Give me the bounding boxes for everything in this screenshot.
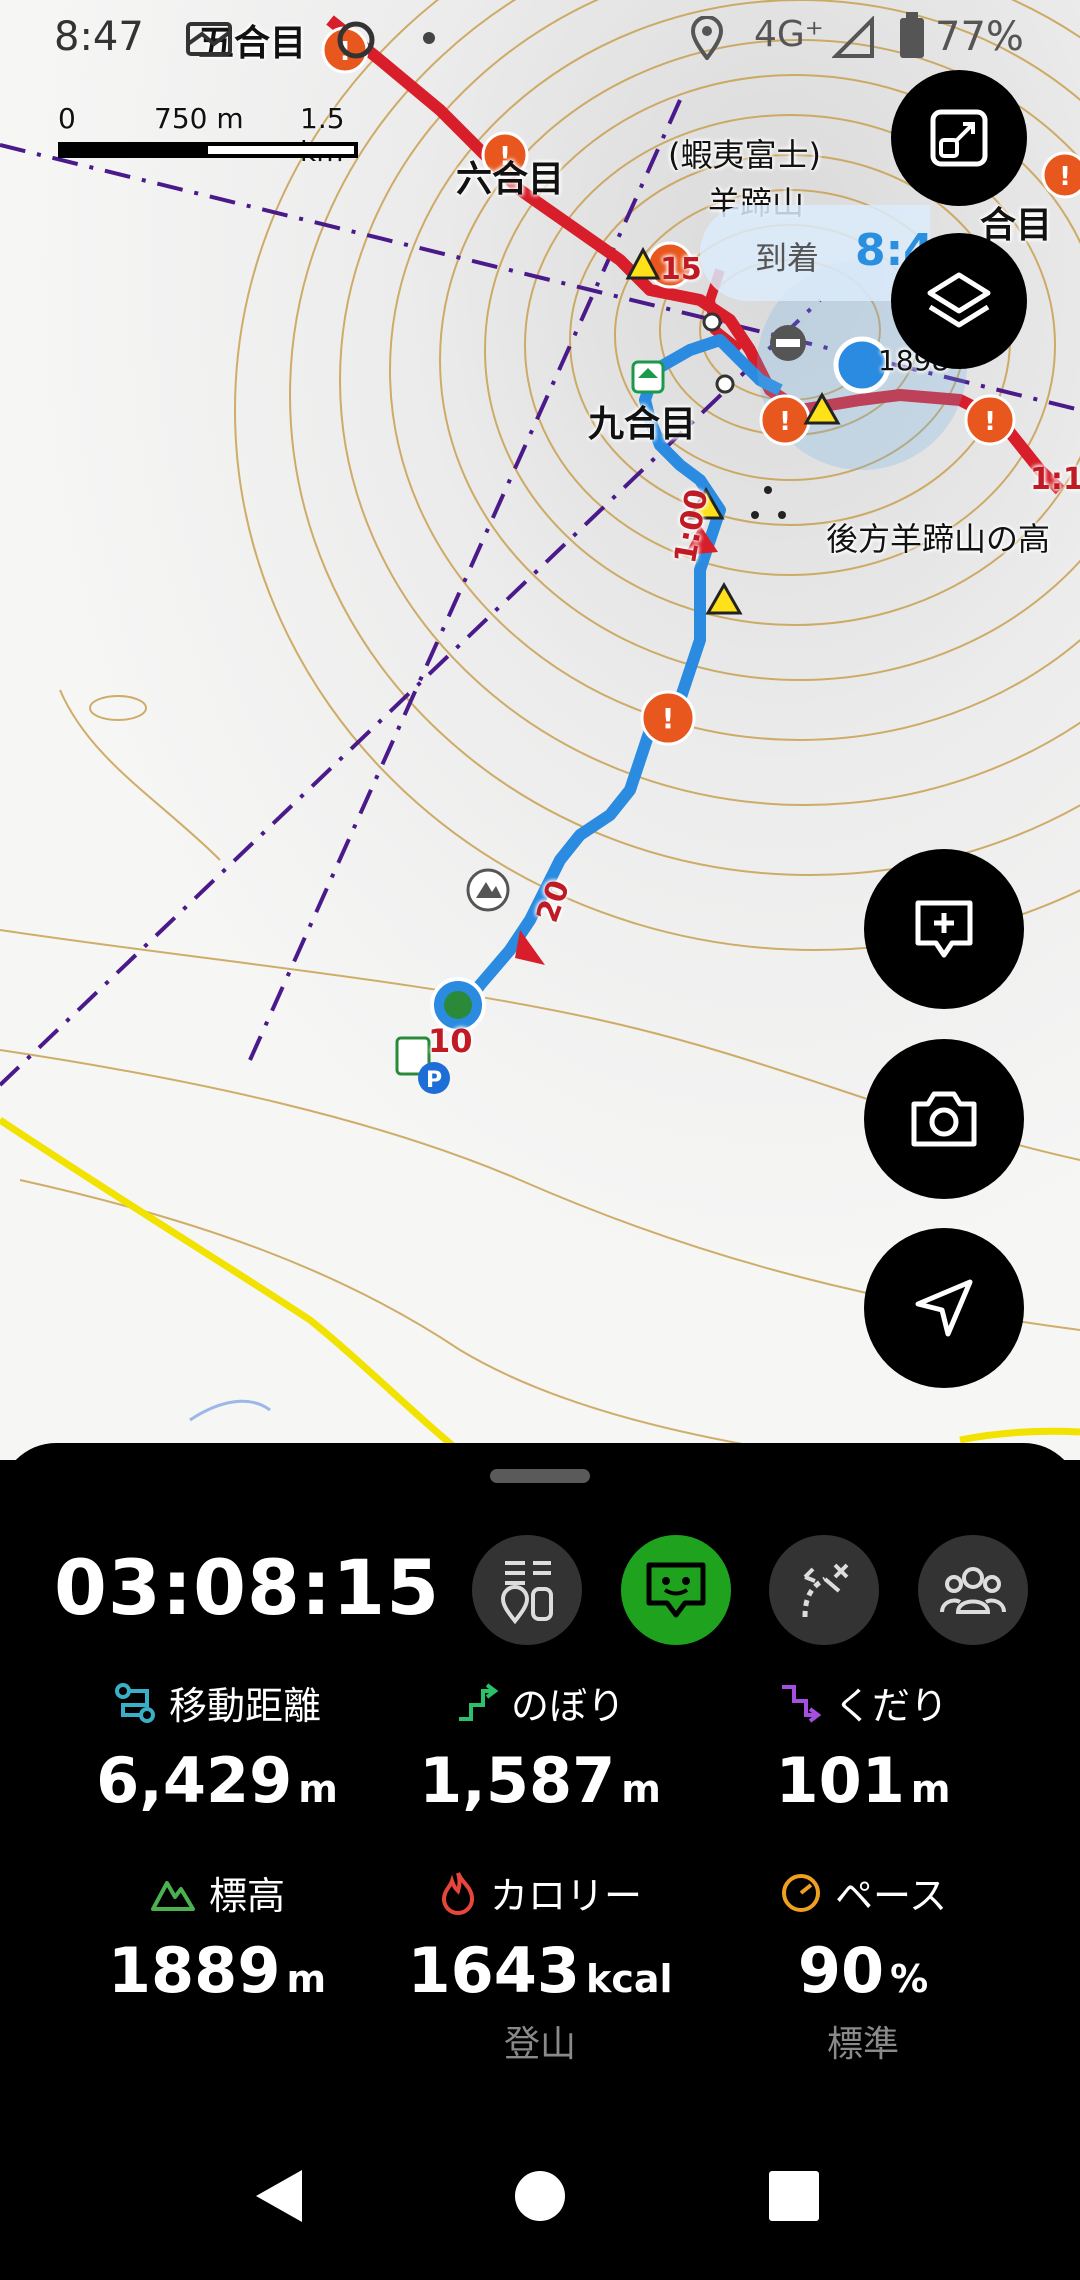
distance-icon [114,1682,155,1723]
route-label-15: 15 [660,252,702,287]
pace-value: 90 [797,1934,885,2007]
calorie-unit: kcal [586,1957,673,2001]
status-bar: 8:47 4G⁺ 77% [0,0,1080,78]
battery-level: 77% [935,14,1024,60]
drag-handle[interactable] [490,1469,590,1483]
scale-end: 1.5 km [300,102,345,168]
checkpoints-button[interactable] [472,1535,582,1645]
altitude-value: 1889 [107,1934,281,2007]
camera-button[interactable] [864,1039,1024,1199]
place-label-rokume: 六合目 [456,159,565,200]
route-label-1-1: 1:1 [1030,462,1080,497]
descent-label: くだり [833,1684,948,1728]
scale-graphic [58,142,358,158]
fit-route-icon [930,109,988,167]
svg-text:!: ! [779,407,791,437]
signal-icon [832,16,874,58]
flame-icon [441,1871,474,1915]
calorie-sub: 登山 [503,2024,576,2065]
navigation-arrow-icon [915,1279,973,1337]
location-icon [690,16,724,60]
ascent-unit: m [621,1767,661,1811]
svg-text:!: ! [984,407,996,437]
group-button[interactable] [918,1535,1028,1645]
off-route-button[interactable] [769,1535,879,1645]
speedometer-icon [781,1873,820,1912]
elapsed-time: 03:08:15 [54,1543,441,1632]
stat-ascent: のぼり 1,587 m [375,1675,705,1817]
checkpoints-icon [500,1561,553,1625]
my-location-button[interactable] [864,1228,1024,1388]
camera-icon [911,1091,977,1147]
distance-label: 移動距離 [168,1684,321,1728]
scale-bar: 0 750 m 1.5 km [58,102,368,168]
scale-zero: 0 [58,102,76,135]
back-icon [256,2170,302,2222]
svg-text:!: ! [1059,162,1071,192]
map-view[interactable]: ! ! ! ! ! ! P 15 1:00 1:1 20 10 1898 五合目… [0,0,1080,1460]
layers-button[interactable] [891,233,1027,369]
place-label-gouhou: 後方羊蹄山の高 [826,520,1051,558]
battery-icon [900,12,924,58]
altitude-unit: m [286,1957,327,2001]
pace-sub: 標準 [826,2024,899,2065]
recents-icon [769,2171,819,2221]
calorie-value: 1643 [407,1934,581,2007]
stat-calorie: カロリー 1643 kcal 登山 [375,1865,705,2067]
status-button[interactable] [621,1535,731,1645]
distance-value: 6,429 [96,1744,293,1817]
add-memo-button[interactable] [864,849,1024,1009]
message-icon [186,22,232,56]
svg-text:!: ! [662,702,675,735]
calorie-label: カロリー [489,1874,642,1918]
altitude-label: 標高 [208,1874,285,1918]
svg-text:P: P [426,1068,442,1093]
ascent-icon [458,1682,499,1721]
descent-value: 101 [775,1744,905,1817]
home-icon [515,2171,565,2221]
ascent-value: 1,587 [419,1744,616,1817]
arrival-label: 到着 [755,239,820,277]
ascent-label: のぼり [510,1684,625,1728]
distance-unit: m [298,1767,338,1811]
mountain-icon [150,1880,195,1911]
status-time: 8:47 [54,14,144,60]
stat-pace: ペース 90% 標準 [698,1865,1028,2067]
system-nav-bar [0,2120,1080,2280]
pace-label: ペース [834,1874,948,1918]
pace-unit: % [890,1957,929,2001]
network-type: 4G⁺ [754,14,824,55]
place-label-ezofuji: (蝦夷富士) [668,136,821,174]
notification-dot [423,32,435,44]
descent-unit: m [910,1767,951,1811]
layers-icon [927,272,991,328]
scale-mid: 750 m [154,102,244,135]
sync-icon [337,21,375,59]
off-route-icon [802,1563,849,1618]
group-icon [940,1567,1006,1614]
recents-button[interactable] [754,2156,834,2236]
home-button[interactable] [500,2156,580,2236]
back-button[interactable] [240,2156,320,2236]
place-label-kyume: 九合目 [588,404,697,445]
fit-route-button[interactable] [891,70,1027,206]
face-status-icon [646,1562,706,1618]
descent-icon [781,1684,822,1723]
stat-descent: くだり 101 m [698,1675,1028,1817]
stat-altitude: 標高 1889 m [52,1865,382,2007]
route-label-10: 10 [428,1022,473,1060]
add-memo-icon [915,900,973,958]
stat-distance: 移動距離 6,429 m [52,1675,382,1817]
